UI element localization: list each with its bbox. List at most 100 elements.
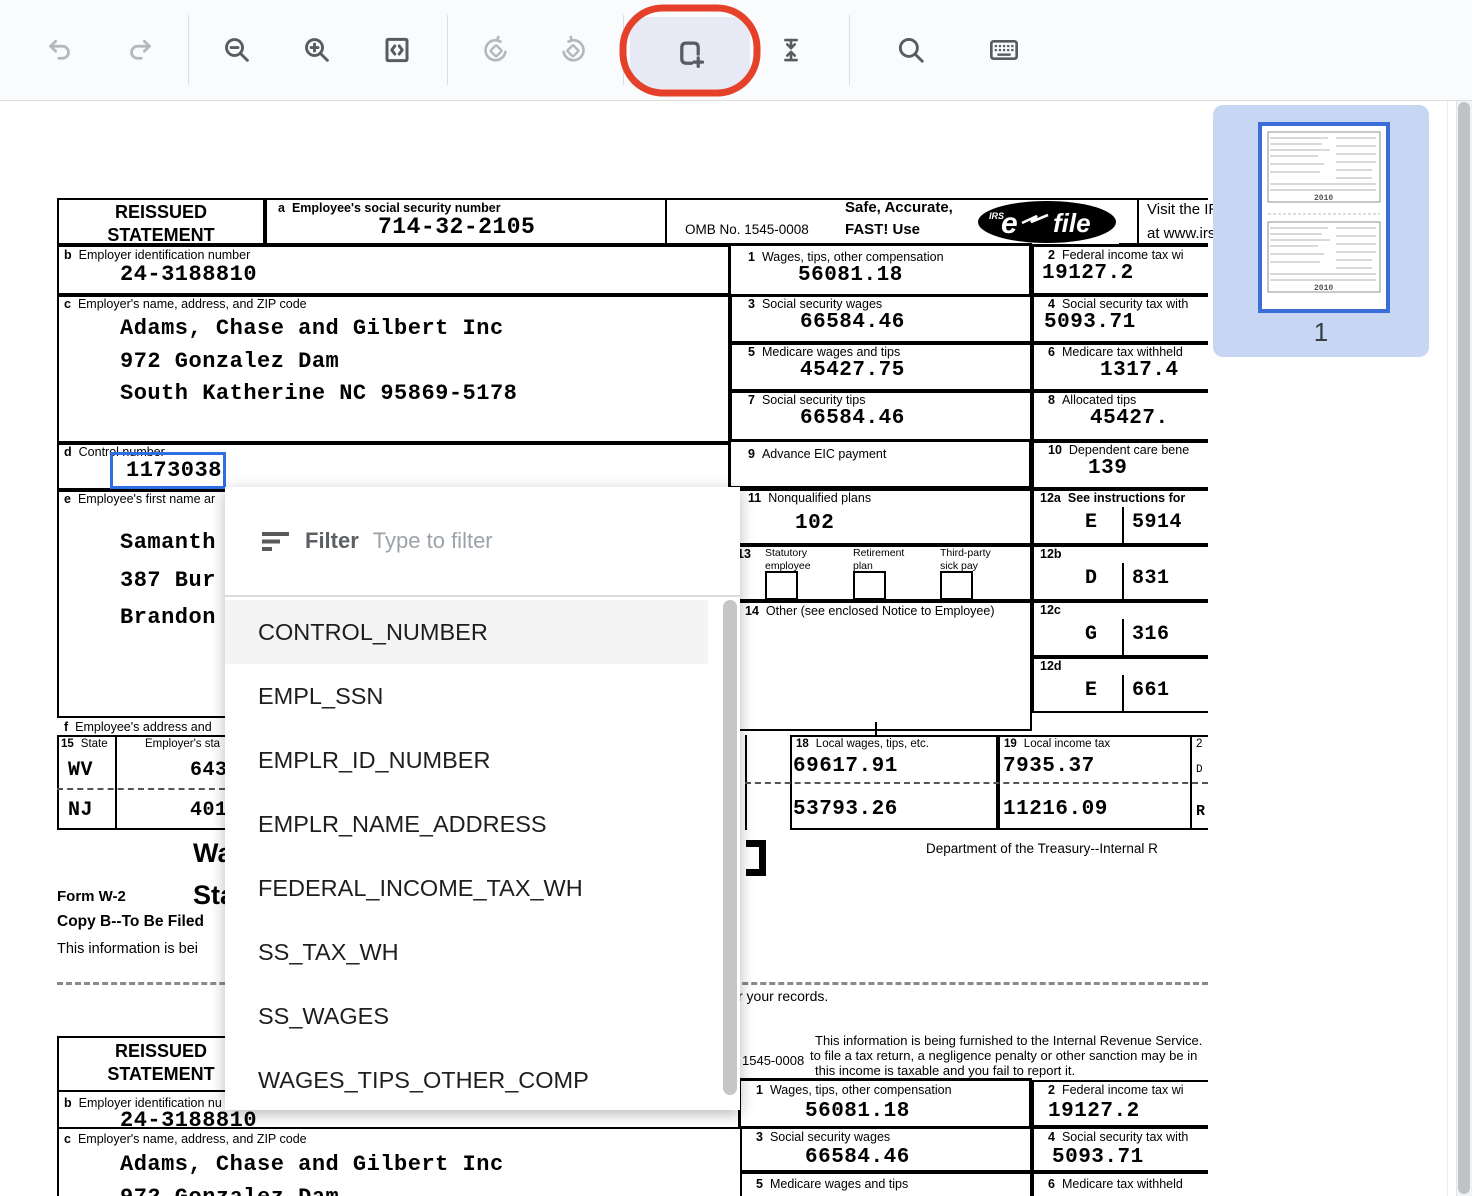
dropdown-item-control-number[interactable]: CONTROL_NUMBER [225, 600, 708, 664]
box2-value: 19127.2 [1042, 262, 1134, 285]
dropdown-item-wages-tips-other-comp[interactable]: WAGES_TIPS_OTHER_COMP [225, 1048, 708, 1112]
fit-width-button[interactable] [373, 26, 421, 74]
form-w2-label: Form W-2 [57, 888, 126, 905]
box12d-label: 12d [1040, 659, 1062, 673]
ssn-label: aEmployee's social security number [278, 201, 501, 215]
merge-rows-button[interactable] [767, 26, 815, 74]
copy-b-label: Copy B--To Be Filed [57, 913, 204, 931]
bl: Federal income tax wi [1062, 248, 1184, 262]
box7-value: 66584.46 [800, 407, 905, 430]
vertical-scrollbar-thumb[interactable] [1458, 102, 1470, 1194]
box14 [730, 601, 1032, 731]
bl: Social security tax with [1062, 297, 1188, 311]
box5-label: 5Medicare wages and tips [748, 345, 900, 359]
bl: Advance EIC payment [762, 447, 886, 461]
rotate-left-icon [481, 35, 511, 65]
efile-e: e [1001, 207, 1018, 240]
bl: Social security wages [762, 297, 882, 311]
box20-label: 2 [1196, 738, 1202, 750]
box12a-code: E [1085, 511, 1098, 534]
bn: 7 [748, 393, 755, 407]
bn: b [64, 1096, 72, 1110]
omb-number: OMB No. 1545-0008 [685, 222, 809, 237]
box3-value: 66584.46 [800, 311, 905, 334]
bl: Dependent care bene [1069, 443, 1189, 457]
fast-use: FAST! Use [845, 221, 920, 238]
box1-value: 56081.18 [798, 264, 903, 287]
rotate-left-button[interactable] [472, 26, 520, 74]
bl: See instructions for [1068, 491, 1185, 505]
bl: Medicare tax withheld [1062, 345, 1183, 359]
bn: 5 [756, 1177, 763, 1191]
box8-value: 45427. [1090, 407, 1169, 430]
box12b-value: 831 [1132, 567, 1170, 590]
bl: Medicare tax withheld [1062, 1177, 1183, 1191]
dropdown-item-emplr-name-address[interactable]: EMPLR_NAME_ADDRESS [225, 792, 708, 856]
bn: e [64, 492, 71, 506]
bl: Social security tax with [1062, 1130, 1188, 1144]
records-fragment: r your records. [738, 988, 828, 1004]
bl: Nonqualified plans [768, 491, 871, 505]
bl: Wages, tips, other compensation [770, 1083, 952, 1097]
box6-2-label: 6 Medicare tax withheld [1048, 1177, 1183, 1191]
bl: Employer identification number [79, 248, 251, 262]
box12a-value: 5914 [1132, 511, 1182, 534]
employee-street: 387 Bur [120, 568, 216, 593]
locality-2: R [1196, 803, 1206, 820]
box1-2-label: 1Wages, tips, other compensation [756, 1083, 952, 1097]
toolbar-divider [849, 15, 850, 85]
zoom-in-icon [302, 35, 332, 65]
local-wages-1: 69617.91 [793, 755, 898, 778]
thirdparty-checkbox [940, 571, 973, 600]
dropdown-item-emplr-id-number[interactable]: EMPLR_ID_NUMBER [225, 728, 708, 792]
redo-button[interactable] [116, 26, 164, 74]
bl: Local income tax [1024, 738, 1110, 750]
zoom-out-button[interactable] [213, 26, 261, 74]
employer-street-2: 972 Gonzalez Dam [120, 1185, 339, 1196]
page-thumbnail[interactable]: 2010 2010 [1258, 122, 1390, 313]
svg-text:2010: 2010 [1314, 284, 1333, 293]
zoom-in-button[interactable] [293, 26, 341, 74]
dropdown-item-federal-income-tax-wh[interactable]: FEDERAL_INCOME_TAX_WH [225, 856, 708, 920]
bn: c [64, 1132, 71, 1146]
box9-label: 9Advance EIC payment [748, 447, 886, 461]
bn: 15 [61, 738, 74, 750]
merge-rows-icon [776, 35, 806, 65]
box1-label: 1Wages, tips, other compensation [748, 250, 944, 264]
bn: 6 [1048, 1177, 1055, 1191]
bl: Local wages, tips, etc. [816, 738, 929, 750]
employee-label: e Employee's first name ar [64, 492, 215, 506]
dropdown-item-ss-tax-wh[interactable]: SS_TAX_WH [225, 920, 708, 984]
form-line [1122, 563, 1124, 599]
box2-label: 2Federal income tax wi [1048, 248, 1184, 262]
keyboard-button[interactable] [980, 26, 1028, 74]
bl: Allocated tips [1062, 393, 1136, 407]
search-button[interactable] [887, 26, 935, 74]
reissued-box: REISSUED STATEMENT [57, 198, 265, 245]
bn: 8 [1048, 393, 1055, 407]
redo-icon [125, 35, 155, 65]
bl: Employee's first name ar [78, 492, 215, 506]
toolbar-divider [447, 15, 448, 85]
bl: Wages, tips, other compensation [762, 250, 944, 264]
dropdown-item-empl-ssn[interactable]: EMPL_SSN [225, 664, 708, 728]
bn: 10 [1048, 443, 1062, 457]
form-line [1137, 198, 1139, 245]
bl: Medicare wages and tips [762, 345, 900, 359]
rotate-right-button[interactable] [549, 26, 597, 74]
dropdown-item-ss-wages[interactable]: SS_WAGES [225, 984, 708, 1048]
omb-fragment-2: 1545-0008 [742, 1053, 804, 1068]
thirdparty-label: Third-party sick pay [940, 547, 991, 573]
panel-divider [1447, 100, 1448, 1196]
box18-label: 18Local wages, tips, etc. [796, 738, 929, 750]
bn: 14 [745, 604, 759, 618]
filter-input[interactable] [371, 527, 675, 555]
dropdown-scrollbar[interactable] [723, 600, 737, 1095]
box12a-label: 12aSee instructions for [1040, 491, 1185, 505]
statutory-label: Statutory employee [765, 547, 811, 573]
document-canvas: REISSUED STATEMENT aEmployee's social se… [0, 100, 1472, 1196]
page-number: 1 [1213, 317, 1429, 348]
box4-label: 4Social security tax with [1048, 297, 1188, 311]
bn: 3 [756, 1130, 763, 1144]
undo-button[interactable] [36, 26, 84, 74]
